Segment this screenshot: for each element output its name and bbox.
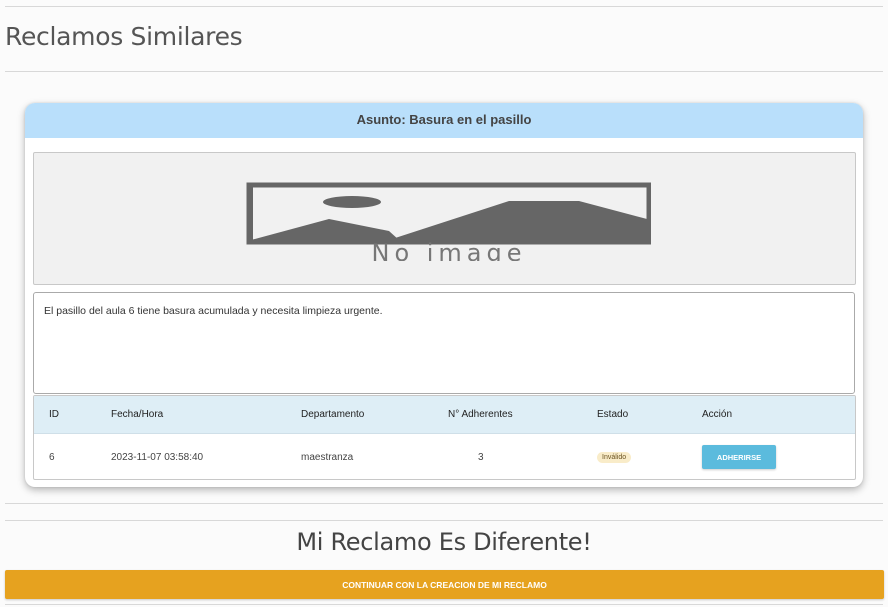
continue-claim-button[interactable]: CONTINUAR CON LA CREACION DE MI RECLAMO <box>5 570 884 599</box>
cell-department: maestranza <box>301 452 354 463</box>
claim-subject: Asunto: Basura en el pasillo <box>25 103 863 138</box>
cell-id: 6 <box>49 452 55 463</box>
header-date: Fecha/Hora <box>111 409 164 420</box>
claim-table: ID Fecha/Hora Departamento N° Adherentes… <box>33 395 856 480</box>
status-badge: Inválido <box>597 452 632 463</box>
cell-adherents: 3 <box>478 452 484 463</box>
adherirse-button[interactable]: ADHERIRSE <box>702 445 776 469</box>
claim-card: Asunto: Basura en el pasillo No image El… <box>25 103 863 487</box>
header-adherents: N° Adherentes <box>448 409 513 420</box>
table-header-row: ID Fecha/Hora Departamento N° Adherentes… <box>34 396 855 434</box>
bottom-divider <box>5 604 883 605</box>
table-row: 6 2023-11-07 03:58:40 maestranza 3 Invál… <box>34 434 855 479</box>
image-placeholder-icon: No image <box>246 182 651 261</box>
page-title: Reclamos Similares <box>5 22 243 51</box>
cell-date: 2023-11-07 03:58:40 <box>111 452 204 463</box>
title-divider <box>5 71 883 72</box>
header-id: ID <box>49 409 59 420</box>
header-action: Acción <box>702 409 733 420</box>
header-status: Estado <box>597 409 629 420</box>
top-divider <box>5 6 883 7</box>
header-department: Departamento <box>301 409 365 420</box>
claim-image: No image <box>33 152 856 285</box>
different-claim-title: Mi Reclamo Es Diferente! <box>296 528 592 556</box>
claim-description: El pasillo del aula 6 tiene basura acumu… <box>33 292 855 394</box>
section-divider <box>5 520 883 521</box>
no-image-label: No image <box>371 239 526 261</box>
card-bottom-divider <box>5 503 883 504</box>
